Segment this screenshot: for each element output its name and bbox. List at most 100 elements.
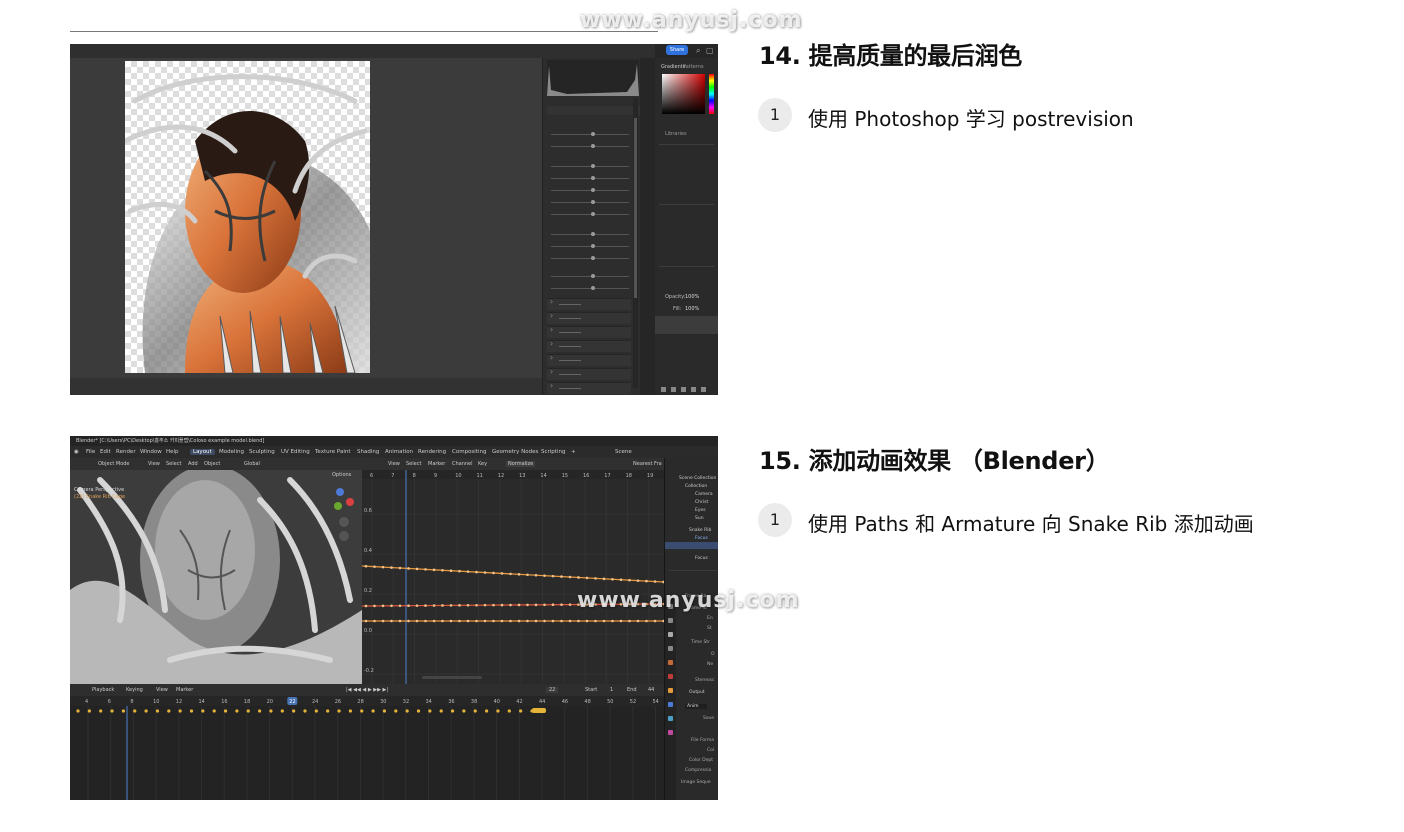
layer-row-selected[interactable] — [655, 316, 718, 334]
search-icon[interactable]: ⌕ — [696, 46, 700, 56]
ps-slider[interactable] — [551, 176, 629, 180]
object-mode-dropdown[interactable]: Object Mode — [98, 461, 130, 467]
tab-rendering[interactable]: Rendering — [418, 449, 446, 455]
tab-uv-editing[interactable]: UV Editing — [281, 449, 310, 455]
render-tab-icon[interactable] — [668, 618, 673, 623]
menu-file[interactable]: File — [86, 449, 95, 455]
prop-section-output[interactable]: Output — [689, 690, 705, 695]
ps-section-effects[interactable] — [547, 381, 631, 394]
output-tab-icon[interactable] — [668, 632, 673, 637]
graph-menu-view[interactable]: View — [388, 461, 400, 467]
tab-sculpting[interactable]: Sculpting — [249, 449, 275, 455]
color-picker-field[interactable] — [662, 74, 705, 114]
link-icon[interactable] — [661, 387, 666, 392]
tab-libraries[interactable]: Libraries — [665, 131, 687, 137]
outliner-item[interactable]: Collection — [685, 484, 707, 489]
ps-slider[interactable] — [551, 200, 629, 204]
ps-section-curves[interactable] — [547, 297, 631, 310]
tab-gradients[interactable]: Gradients — [661, 64, 685, 70]
normalize-toggle[interactable]: Normalize — [506, 461, 536, 467]
viewport-menu-select[interactable]: Select — [166, 461, 181, 467]
tab-animation[interactable]: Animation — [385, 449, 413, 455]
ps-slider[interactable] — [551, 286, 629, 290]
physics-tab-icon[interactable] — [668, 716, 673, 721]
share-button[interactable]: Share — [666, 45, 688, 55]
blender-graph-editor[interactable]: 6 7 8 9 10 11 12 13 14 15 16 17 18 19 0.6 0.4 0.2 0.0 -0.2 — [362, 470, 664, 684]
opacity-value[interactable]: 100% — [685, 294, 699, 300]
outliner-item[interactable]: Camera — [695, 492, 713, 497]
fx-icon[interactable] — [671, 387, 676, 392]
ps-slider[interactable] — [551, 164, 629, 168]
viewport-menu-object[interactable]: Object — [204, 461, 220, 467]
viewport-menu-add[interactable]: Add — [188, 461, 198, 467]
timeline-menu-marker[interactable]: Marker — [176, 687, 193, 693]
viewport-menu-view[interactable]: View — [148, 461, 160, 467]
outliner-item[interactable]: Eyes — [695, 508, 706, 513]
ps-slider[interactable] — [551, 188, 629, 192]
blender-logo-icon[interactable]: ◉ — [74, 449, 79, 455]
ps-section-detail[interactable] — [547, 311, 631, 324]
ps-slider[interactable] — [551, 244, 629, 248]
end-frame-field[interactable]: 44 — [648, 687, 654, 693]
tab-patterns[interactable]: Patterns — [683, 64, 704, 70]
scene-tab-icon[interactable] — [668, 660, 673, 665]
fill-value[interactable]: 100% — [685, 306, 699, 312]
tab-modeling[interactable]: Modeling — [219, 449, 244, 455]
menu-help[interactable]: Help — [166, 449, 179, 455]
window-icon[interactable]: ▢ — [706, 46, 714, 55]
ps-slider[interactable] — [551, 144, 629, 148]
ps-section-geometry[interactable] — [547, 367, 631, 380]
options-dropdown[interactable]: Options — [332, 472, 351, 478]
tab-geometry-nodes[interactable]: Geometry Nodes — [492, 449, 538, 455]
current-frame-field[interactable]: 22 — [546, 687, 559, 693]
tab-layout[interactable]: Layout — [190, 449, 215, 455]
timeline-menu-view[interactable]: View — [156, 687, 168, 693]
ps-section-optics[interactable] — [547, 353, 631, 366]
world-tab-icon[interactable] — [668, 674, 673, 679]
ps-panel-scrollbar[interactable] — [633, 98, 638, 388]
ps-slider[interactable] — [551, 256, 629, 260]
transform-orientation-dropdown[interactable]: Global — [244, 461, 260, 467]
hue-slider[interactable] — [709, 74, 714, 114]
menu-render[interactable]: Render — [116, 449, 136, 455]
ps-slider[interactable] — [551, 274, 629, 278]
menu-edit[interactable]: Edit — [100, 449, 111, 455]
graph-menu-channel[interactable]: Channel — [452, 461, 473, 467]
outliner-scene-collection[interactable]: Scene Collection — [679, 476, 716, 481]
graph-menu-select[interactable]: Select — [406, 461, 421, 467]
add-workspace-icon[interactable]: + — [571, 449, 576, 455]
mask-icon[interactable] — [681, 387, 686, 392]
view-layer-tab-icon[interactable] — [668, 646, 673, 651]
nearest-frame-dropdown[interactable]: Nearest Fra — [633, 461, 662, 467]
navigation-gizmo[interactable] — [332, 484, 354, 544]
folder-icon[interactable] — [691, 387, 696, 392]
playback-controls[interactable]: |◀ ◀◀ ◀ ▶ ▶▶ ▶| — [346, 687, 388, 693]
start-frame-field[interactable]: 1 — [610, 687, 613, 693]
outliner-item[interactable]: Snake Rib — [689, 528, 711, 533]
outliner-item[interactable]: Sun — [695, 516, 704, 521]
blender-timeline[interactable]: Playback Keying View Marker |◀ ◀◀ ◀ ▶ ▶▶… — [70, 684, 664, 800]
blender-3d-viewport[interactable]: Camera Perspective (22) Snake Rib Cage O… — [70, 470, 362, 684]
tab-shading[interactable]: Shading — [357, 449, 379, 455]
constraint-tab-icon[interactable] — [668, 730, 673, 735]
scene-selector[interactable]: Scene — [615, 449, 632, 455]
outliner-item[interactable]: Focus — [695, 536, 708, 541]
ps-section-color-grading[interactable] — [547, 339, 631, 352]
tab-texture-paint[interactable]: Texture Paint — [315, 449, 351, 455]
timeline-menu-playback[interactable]: Playback — [92, 687, 114, 693]
trash-icon[interactable] — [701, 387, 706, 392]
graph-menu-marker[interactable]: Marker — [428, 461, 445, 467]
timeline-menu-keying[interactable]: Keying — [126, 687, 143, 693]
tab-compositing[interactable]: Compositing — [452, 449, 486, 455]
output-path-field[interactable]: Anim — [685, 704, 707, 709]
ps-slider[interactable] — [551, 212, 629, 216]
outliner-item[interactable]: Christ — [695, 500, 708, 505]
ps-section-color-mixer[interactable] — [547, 325, 631, 338]
ps-slider[interactable] — [551, 232, 629, 236]
outliner-item[interactable]: Focus — [695, 556, 708, 561]
menu-window[interactable]: Window — [140, 449, 162, 455]
modifier-tab-icon[interactable] — [668, 702, 673, 707]
tab-scripting[interactable]: Scripting — [541, 449, 565, 455]
graph-menu-key[interactable]: Key — [478, 461, 487, 467]
outliner-selected-row[interactable] — [665, 542, 718, 549]
